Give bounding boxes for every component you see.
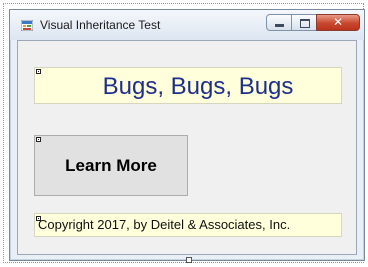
bugs-heading-label[interactable]: Bugs, Bugs, Bugs [34, 67, 342, 104]
form-resize-handle[interactable] [186, 257, 192, 263]
copyright-text: Copyright 2017, by Deitel & Associates, … [38, 217, 291, 232]
caption-buttons: ✕ [266, 14, 360, 33]
winforms-app-icon [21, 20, 33, 31]
window-title: Visual Inheritance Test [40, 18, 161, 32]
minimize-icon [275, 24, 284, 27]
inherited-control-lock-icon [36, 69, 41, 74]
inherited-control-lock-icon [36, 216, 41, 221]
form-window: Visual Inheritance Test ✕ Bugs, Bugs, Bu… [9, 9, 365, 261]
learn-more-button[interactable]: Learn More [34, 135, 188, 196]
maximize-icon [300, 19, 310, 28]
close-button[interactable]: ✕ [316, 14, 360, 31]
form-client-area: Bugs, Bugs, Bugs Learn More Copyright 20… [17, 40, 357, 255]
copyright-label[interactable]: Copyright 2017, by Deitel & Associates, … [34, 213, 342, 237]
bugs-heading-text: Bugs, Bugs, Bugs [102, 73, 294, 100]
close-icon: ✕ [332, 15, 344, 29]
title-bar[interactable]: Visual Inheritance Test ✕ [10, 10, 364, 40]
minimize-button[interactable] [266, 14, 292, 31]
maximize-button[interactable] [291, 14, 317, 31]
inherited-control-lock-icon [36, 137, 41, 142]
learn-more-label: Learn More [65, 155, 157, 175]
